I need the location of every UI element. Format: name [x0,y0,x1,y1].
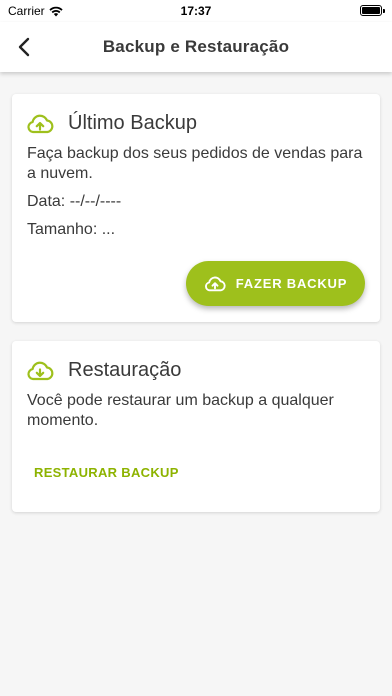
backup-card-title: Último Backup [68,112,197,134]
status-bar: Carrier 17:37 [0,0,392,22]
page-title: Backup e Restauração [102,37,290,56]
restore-description: Você pode restaurar um backup a qualquer… [27,392,334,429]
backup-card-header: Último Backup [26,112,197,135]
app-bar: Backup e Restauração [0,22,392,72]
status-time: 17:37 [180,4,212,18]
backup-date: Data: --/--/---- [27,193,122,210]
cloud-download-icon [26,360,54,382]
backup-description: Faça backup dos seus pedidos de vendas p… [27,145,363,182]
restore-card-header: Restauração [26,359,181,382]
make-backup-label: FAZER BACKUP [235,276,348,291]
cloud-upload-icon [204,276,226,291]
restore-card: Restauração Você pode restaurar um backu… [12,341,380,512]
make-backup-button[interactable]: FAZER BACKUP [186,261,365,306]
battery-icon [360,5,385,16]
backup-card: Último Backup Faça backup dos seus pedid… [12,94,380,322]
restore-card-title: Restauração [68,359,182,381]
cloud-upload-icon [26,113,54,135]
backup-size: Tamanho: ... [27,221,116,238]
restore-backup-button[interactable]: RESTAURAR BACKUP [26,459,187,486]
